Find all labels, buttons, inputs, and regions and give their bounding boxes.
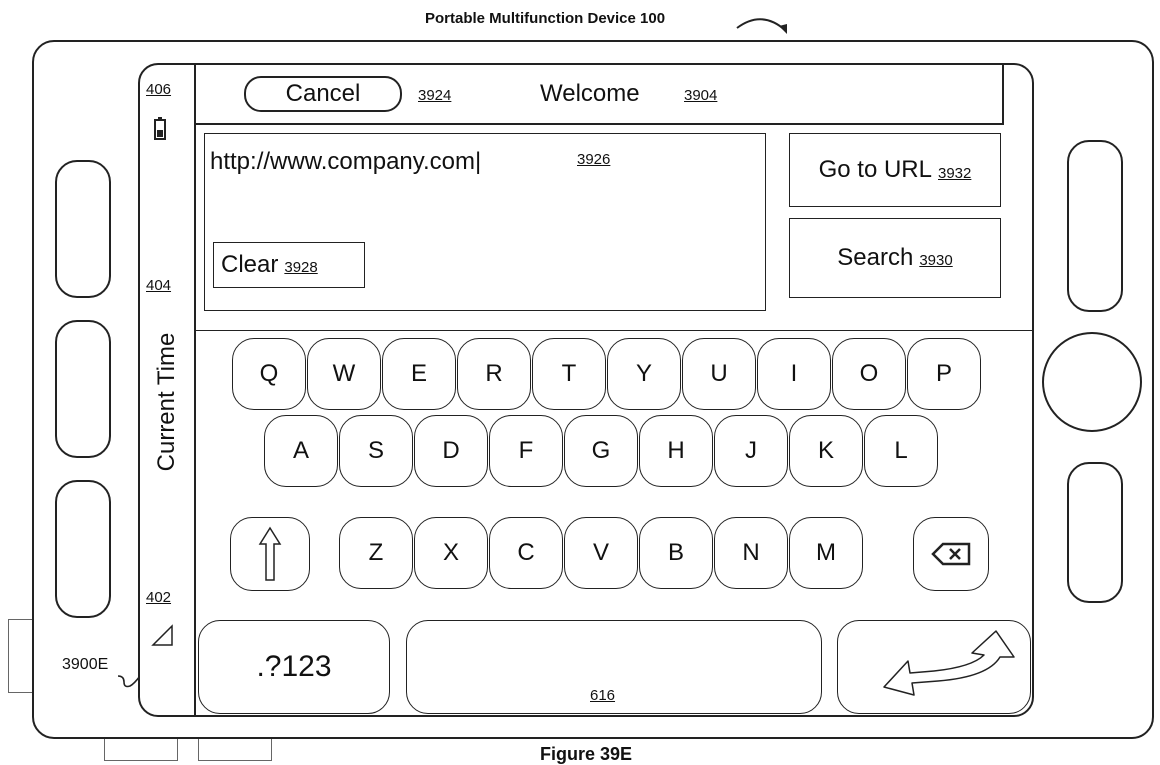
device-screen: 406 404 Current Time 402 Cancel 3924 Wel…: [138, 63, 1034, 717]
key-v[interactable]: V: [564, 517, 638, 589]
key-label: N: [742, 539, 760, 566]
key-x[interactable]: X: [414, 517, 488, 589]
side-port: [8, 619, 33, 693]
key-label: E: [410, 360, 427, 387]
key-f[interactable]: F: [489, 415, 563, 487]
key-label: M: [816, 539, 836, 566]
key-z[interactable]: Z: [339, 517, 413, 589]
key-label: S: [367, 437, 384, 464]
key-label: D: [442, 437, 460, 464]
backspace-key[interactable]: [913, 517, 989, 591]
key-label: B: [667, 539, 684, 566]
key-i[interactable]: I: [757, 338, 831, 410]
space-bar[interactable]: 616: [406, 620, 822, 714]
key-label: X: [442, 539, 459, 566]
key-d[interactable]: D: [414, 415, 488, 487]
numbers-label: .?123: [256, 650, 332, 683]
key-m[interactable]: M: [789, 517, 863, 589]
key-label: W: [332, 360, 356, 387]
key-s[interactable]: S: [339, 415, 413, 487]
key-label: Q: [259, 360, 279, 387]
key-t[interactable]: T: [532, 338, 606, 410]
key-l[interactable]: L: [864, 415, 938, 487]
key-p[interactable]: P: [907, 338, 981, 410]
return-arrow-icon: [883, 630, 1015, 696]
key-label: C: [517, 539, 535, 566]
left-hardware-button-3[interactable]: [55, 480, 111, 618]
key-h[interactable]: H: [639, 415, 713, 487]
device-title: Portable Multifunction Device 100: [425, 10, 665, 27]
key-label: Z: [368, 539, 384, 566]
key-label: U: [710, 360, 728, 387]
key-n[interactable]: N: [714, 517, 788, 589]
key-label: V: [592, 539, 609, 566]
figure-caption: Figure 39E: [540, 744, 632, 765]
right-hardware-button-bottom[interactable]: [1067, 462, 1123, 603]
key-label: G: [591, 437, 611, 464]
key-label: H: [667, 437, 685, 464]
shift-key[interactable]: [230, 517, 310, 591]
key-label: K: [817, 437, 834, 464]
key-label: J: [745, 437, 757, 464]
key-k[interactable]: K: [789, 415, 863, 487]
screen-ref-text: 3900E: [62, 656, 109, 673]
home-button[interactable]: [1042, 332, 1142, 432]
device-pointer-arrow-icon: [736, 18, 787, 34]
screen-ref-label: 3900E: [62, 656, 108, 674]
key-label: I: [790, 360, 798, 387]
key-label: P: [935, 360, 952, 387]
key-label: A: [292, 437, 309, 464]
key-label: Y: [635, 360, 652, 387]
key-c[interactable]: C: [489, 517, 563, 589]
key-j[interactable]: J: [714, 415, 788, 487]
keyboard: Q W E R T Y U I O P A S D F G H J K L Z X C V B N M .?123 616: [140, 65, 1032, 715]
key-g[interactable]: G: [564, 415, 638, 487]
key-q[interactable]: Q: [232, 338, 306, 410]
numbers-key[interactable]: .?123: [198, 620, 390, 714]
key-y[interactable]: Y: [607, 338, 681, 410]
key-label: R: [485, 360, 503, 387]
backspace-icon: [931, 542, 971, 566]
key-r[interactable]: R: [457, 338, 531, 410]
key-e[interactable]: E: [382, 338, 456, 410]
key-label: O: [859, 360, 879, 387]
key-label: T: [561, 360, 577, 387]
key-label: F: [518, 437, 534, 464]
shift-arrow-icon: [258, 526, 282, 581]
figure-caption-text: Figure 39E: [540, 744, 633, 764]
key-b[interactable]: B: [639, 517, 713, 589]
right-hardware-button-top[interactable]: [1067, 140, 1123, 312]
left-hardware-button-2[interactable]: [55, 320, 111, 458]
key-a[interactable]: A: [264, 415, 338, 487]
key-label: L: [894, 437, 908, 464]
left-hardware-button-1[interactable]: [55, 160, 111, 298]
space-bar-ref: 616: [590, 687, 616, 704]
key-u[interactable]: U: [682, 338, 756, 410]
device-title-text: Portable Multifunction Device 100: [425, 10, 666, 27]
key-o[interactable]: O: [832, 338, 906, 410]
return-key[interactable]: [837, 620, 1031, 714]
key-w[interactable]: W: [307, 338, 381, 410]
